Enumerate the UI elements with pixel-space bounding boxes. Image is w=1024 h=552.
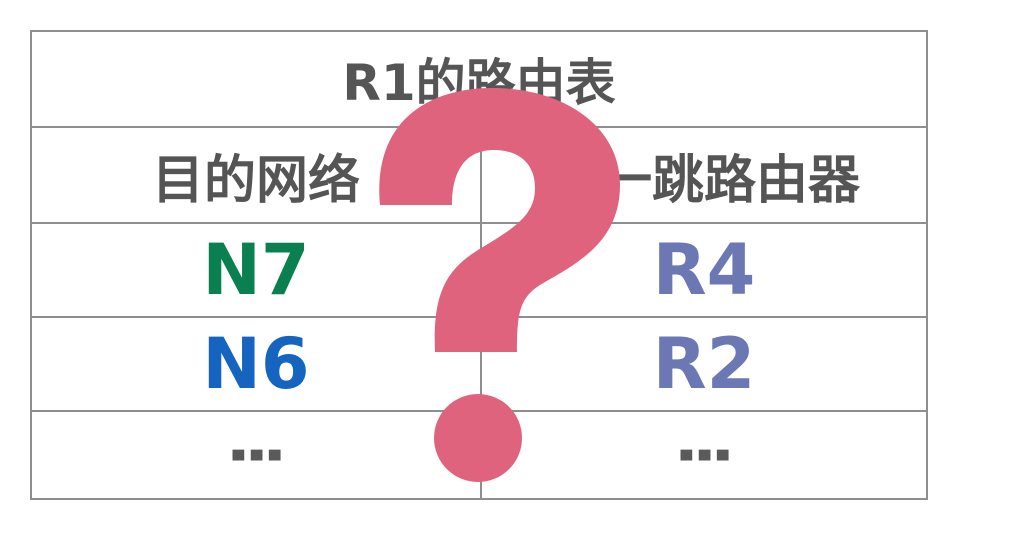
destination-cell: N7 xyxy=(202,229,310,311)
routing-table: R1的路由表 目的网络 下一跳路由器 N7 R4 N6 R2 ⋮ ⋮ xyxy=(30,30,928,500)
table-row: ⋮ ⋮ xyxy=(32,412,926,500)
next-hop-header: 下一跳路由器 xyxy=(547,150,860,211)
destination-cell: ⋮ xyxy=(32,412,480,500)
next-hop-cell: R2 xyxy=(652,323,756,405)
destination-header: 目的网络 xyxy=(151,150,360,211)
next-hop-cell: ⋮ xyxy=(482,412,926,500)
table-row: N7 R4 xyxy=(32,224,926,318)
column-divider xyxy=(480,126,482,500)
table-header-row: 目的网络 下一跳路由器 xyxy=(32,128,926,224)
destination-cell: N6 xyxy=(202,323,310,405)
table-title-row: R1的路由表 xyxy=(32,32,926,128)
table-title: R1的路由表 xyxy=(342,54,616,112)
next-hop-cell: R4 xyxy=(652,229,756,311)
vertical-ellipsis: ⋮ xyxy=(668,424,741,488)
vertical-ellipsis: ⋮ xyxy=(220,424,293,488)
table-row: N6 R2 xyxy=(32,318,926,412)
